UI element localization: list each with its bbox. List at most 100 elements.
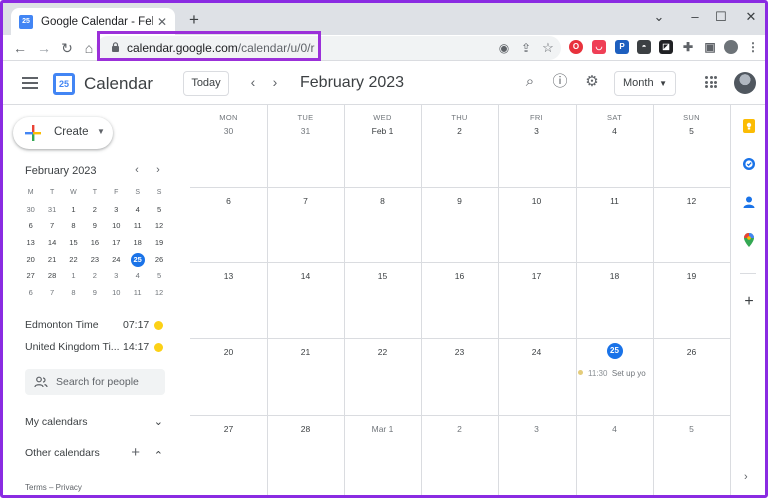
day-cell[interactable] — [498, 105, 575, 187]
day-cell[interactable] — [344, 105, 421, 187]
mini-day[interactable]: 13 — [20, 235, 41, 252]
tab-search-icon[interactable]: ⌄ — [651, 9, 667, 25]
day-number[interactable]: 18 — [576, 271, 653, 281]
mini-day[interactable]: 6 — [20, 218, 41, 235]
contacts-icon[interactable] — [742, 195, 756, 209]
mini-day[interactable]: 7 — [41, 285, 62, 302]
mini-day[interactable]: 9 — [84, 285, 105, 302]
mini-day[interactable]: 24 — [106, 252, 127, 269]
pocket-extension-icon[interactable]: ◡ — [592, 40, 606, 54]
mini-day[interactable]: 11 — [127, 285, 148, 302]
account-avatar[interactable] — [734, 72, 756, 94]
mini-day[interactable]: 10 — [106, 218, 127, 235]
mini-day[interactable]: 2 — [84, 268, 105, 285]
day-number[interactable]: 4 — [576, 424, 653, 434]
mini-day[interactable]: 4 — [127, 268, 148, 285]
day-number[interactable]: 22 — [344, 347, 421, 357]
mini-day[interactable]: 12 — [148, 285, 169, 302]
day-number[interactable]: 17 — [498, 271, 575, 281]
terms-privacy-link[interactable]: Terms – Privacy — [25, 483, 82, 492]
other-calendars-header[interactable]: Other calendars + ⌃ — [25, 444, 165, 462]
mini-day[interactable]: 7 — [41, 218, 62, 235]
tasks-icon[interactable] — [742, 157, 756, 171]
mini-day[interactable]: 3 — [106, 202, 127, 219]
reload-icon[interactable]: ↻ — [58, 39, 76, 57]
incognito-extension-icon[interactable]: ◓ — [637, 40, 651, 54]
mini-day[interactable]: 18 — [127, 235, 148, 252]
side-panel-icon[interactable]: ▣ — [703, 40, 717, 54]
day-number[interactable]: 9 — [421, 196, 498, 206]
day-cell[interactable] — [267, 105, 344, 187]
day-number[interactable]: 10 — [498, 196, 575, 206]
chrome-menu-icon[interactable]: ⋮ — [746, 40, 760, 54]
mini-day[interactable]: 8 — [63, 218, 84, 235]
day-number[interactable]: 27 — [190, 424, 267, 434]
mini-day[interactable]: 27 — [20, 268, 41, 285]
day-number[interactable]: 14 — [267, 271, 344, 281]
maps-icon[interactable] — [742, 233, 756, 247]
previous-period-icon[interactable]: ‹ — [246, 74, 260, 90]
next-period-icon[interactable]: › — [268, 74, 282, 90]
main-menu-icon[interactable] — [22, 77, 38, 89]
apps-grid-icon[interactable] — [705, 76, 717, 88]
day-number[interactable]: 16 — [421, 271, 498, 281]
day-number[interactable]: Mar 1 — [344, 424, 421, 434]
mini-day[interactable]: 5 — [148, 268, 169, 285]
mini-prev-month-icon[interactable]: ‹ — [131, 164, 143, 176]
day-number[interactable]: 31 — [267, 126, 344, 136]
day-number[interactable]: 30 — [190, 126, 267, 136]
chevron-down-icon[interactable]: ⌄ — [154, 415, 163, 428]
maximize-icon[interactable]: ☐ — [713, 9, 729, 25]
keep-icon[interactable] — [742, 119, 756, 133]
extensions-puzzle-icon[interactable]: ✚ — [681, 40, 695, 54]
today-button[interactable]: Today — [183, 71, 229, 96]
day-number[interactable]: 5 — [653, 126, 730, 136]
mini-day[interactable]: 2 — [84, 202, 105, 219]
settings-gear-icon[interactable]: ⚙ — [583, 73, 601, 91]
mini-day[interactable]: 8 — [63, 285, 84, 302]
day-number[interactable]: 23 — [421, 347, 498, 357]
share-icon[interactable]: ⇪ — [517, 39, 535, 57]
mini-day[interactable]: 12 — [148, 218, 169, 235]
mini-day[interactable]: 21 — [41, 252, 62, 269]
day-cell[interactable] — [576, 105, 653, 187]
day-number[interactable]: 3 — [498, 126, 575, 136]
mini-day[interactable]: 9 — [84, 218, 105, 235]
mini-next-month-icon[interactable]: › — [152, 164, 164, 176]
mini-day[interactable]: 16 — [84, 235, 105, 252]
day-number[interactable]: 7 — [267, 196, 344, 206]
mini-day[interactable]: 25 — [127, 252, 148, 269]
mini-day[interactable]: 14 — [41, 235, 62, 252]
day-number[interactable]: 26 — [653, 347, 730, 357]
close-window-icon[interactable]: ✕ — [743, 9, 759, 25]
mini-day[interactable]: 22 — [63, 252, 84, 269]
bookmark-star-icon[interactable]: ☆ — [539, 39, 557, 57]
mini-day[interactable]: 17 — [106, 235, 127, 252]
mini-day[interactable]: 30 — [20, 202, 41, 219]
mini-day[interactable]: 28 — [41, 268, 62, 285]
day-cell[interactable] — [190, 105, 267, 187]
chevron-right-icon[interactable]: › — [744, 471, 748, 483]
mini-day[interactable]: 6 — [20, 285, 41, 302]
day-number[interactable]: 20 — [190, 347, 267, 357]
mini-day[interactable]: 31 — [41, 202, 62, 219]
mini-day[interactable]: 26 — [148, 252, 169, 269]
day-number[interactable]: Feb 1 — [344, 126, 421, 136]
my-calendars-header[interactable]: My calendars ⌄ — [25, 416, 165, 428]
password-extension-icon[interactable]: P — [615, 40, 629, 54]
profile-avatar-icon[interactable] — [724, 40, 738, 54]
forward-icon[interactable]: → — [35, 39, 53, 57]
opera-extension-icon[interactable]: O — [569, 40, 583, 54]
day-number[interactable]: 2 — [421, 126, 498, 136]
view-site-icon[interactable]: ◉ — [495, 39, 513, 57]
mini-day[interactable]: 5 — [148, 202, 169, 219]
screenshot-extension-icon[interactable]: ◪ — [659, 40, 673, 54]
back-icon[interactable]: ← — [11, 39, 29, 57]
day-number[interactable]: 12 — [653, 196, 730, 206]
mini-day[interactable]: 15 — [63, 235, 84, 252]
mini-day[interactable]: 10 — [106, 285, 127, 302]
calendar-event-chip[interactable]: 11:30 Set up yo — [578, 369, 650, 380]
day-cell[interactable] — [653, 105, 730, 187]
mini-day[interactable]: 1 — [63, 202, 84, 219]
mini-day[interactable]: 19 — [148, 235, 169, 252]
